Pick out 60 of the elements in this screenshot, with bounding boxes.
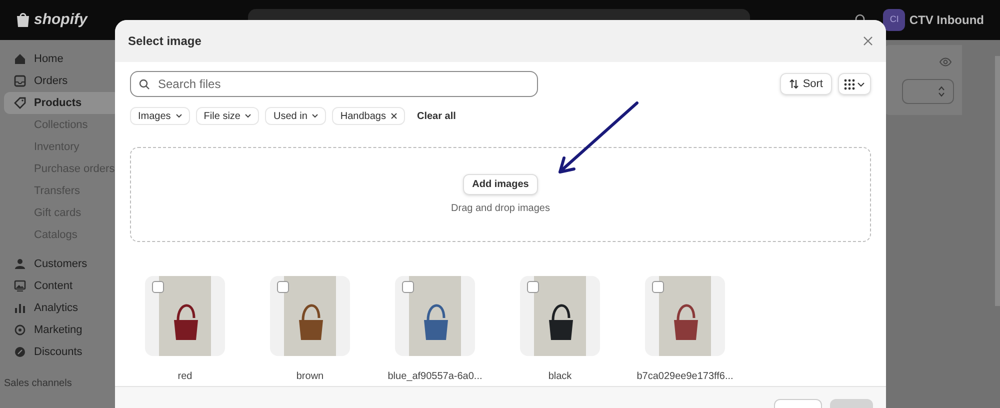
add-images-button[interactable]: Add images	[463, 174, 538, 194]
brand-logo: shopify	[34, 10, 88, 30]
checkbox[interactable]	[652, 281, 664, 293]
badge-icon	[14, 346, 26, 358]
avatar[interactable]: CI	[883, 9, 906, 31]
file-name: blue_af90557a-6a0...	[388, 370, 482, 384]
dropzone[interactable]: Add images Drag and drop images	[130, 147, 871, 242]
clear-all-link[interactable]: Clear all	[416, 108, 456, 124]
file-name: brown	[296, 370, 324, 384]
checkbox[interactable]	[402, 281, 414, 293]
select-field[interactable]	[902, 79, 954, 104]
home-icon	[14, 53, 26, 65]
person-icon	[14, 258, 26, 270]
bar-chart-icon	[14, 302, 26, 314]
checkbox[interactable]	[527, 281, 539, 293]
sidebar-item[interactable]: Marketing	[4, 319, 120, 341]
tag-icon	[14, 97, 26, 109]
view-toggle-button[interactable]	[838, 73, 871, 95]
shopping-bag-icon	[16, 12, 30, 28]
sidebar-item[interactable]: Analytics	[4, 297, 120, 319]
target-icon	[14, 324, 26, 336]
file-name: black	[548, 370, 572, 384]
dialog-title: Select image	[128, 33, 202, 50]
sidebar-item[interactable]: Orders	[4, 70, 120, 92]
image-thumbnail[interactable]	[145, 276, 225, 356]
updown-chevron-icon	[938, 86, 945, 97]
image-thumbnail[interactable]	[520, 276, 600, 356]
search-icon	[139, 78, 150, 90]
sidebar-item[interactable]: Customers	[4, 253, 120, 275]
filter-chip[interactable]: File size	[196, 107, 260, 125]
chevron-down-icon	[857, 82, 865, 86]
sort-button[interactable]: Sort	[780, 73, 832, 95]
file-name: b7ca029ee9e173ff6...	[636, 370, 734, 384]
search-field[interactable]: Search files	[130, 71, 538, 97]
filter-chip[interactable]: Handbags	[332, 107, 405, 125]
sidebar-item[interactable]: Content	[4, 275, 120, 297]
close-icon[interactable]	[863, 36, 873, 46]
image-thumbnail[interactable]	[395, 276, 475, 356]
account-name[interactable]: CTV Inbound	[909, 11, 984, 29]
chevron-down-icon	[176, 114, 182, 118]
filter-chip[interactable]: Images	[130, 107, 190, 125]
filter-chip[interactable]: Used in	[265, 107, 326, 125]
image-thumbnail[interactable]	[270, 276, 350, 356]
checkbox[interactable]	[277, 281, 289, 293]
file-name: red	[178, 370, 192, 384]
section-heading: Sales channels	[3, 377, 73, 391]
inbox-icon	[14, 75, 26, 87]
sort-arrows-icon	[788, 79, 799, 89]
sidebar-item[interactable]: Discounts	[4, 341, 120, 363]
sidebar-item[interactable]: Home	[4, 48, 120, 70]
checkbox[interactable]	[152, 281, 164, 293]
dropzone-hint: Drag and drop images	[451, 202, 550, 216]
eye-icon[interactable]	[939, 57, 952, 67]
remove-icon[interactable]	[390, 113, 397, 119]
chevron-down-icon	[245, 114, 252, 118]
chevron-down-icon	[312, 114, 318, 118]
picture-icon	[14, 280, 26, 292]
search-input: Search files	[158, 75, 529, 93]
grid-icon	[844, 78, 855, 90]
image-thumbnail[interactable]	[645, 276, 725, 356]
